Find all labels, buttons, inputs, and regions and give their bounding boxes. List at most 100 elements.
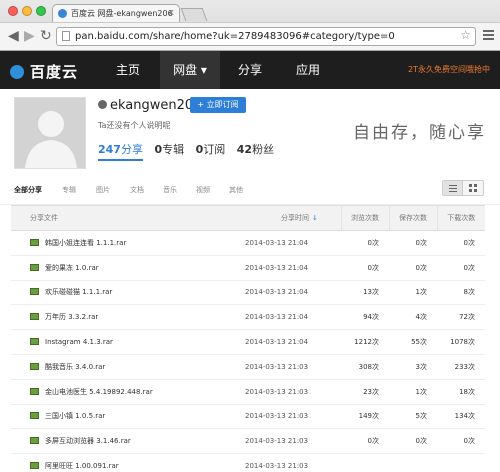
close-window-icon[interactable]: [8, 6, 18, 16]
header-views[interactable]: 浏览次数: [340, 205, 389, 231]
page-icon: [62, 31, 70, 41]
stat-subscriptions[interactable]: 0订阅: [196, 143, 226, 156]
file-name-cell[interactable]: 多屏互动浏览器 3.1.46.rar: [11, 428, 245, 455]
table-row[interactable]: 阿里旺旺 1.00.091.rar 2014-03-13 21:03: [11, 453, 485, 472]
views-cell: 308次: [341, 354, 389, 380]
views-cell: 1212次: [341, 329, 389, 355]
reload-icon[interactable]: ↻: [40, 29, 52, 43]
minimize-window-icon[interactable]: [22, 6, 32, 16]
file-name-cell[interactable]: 金山电池医生 5.4.19892.448.rar: [11, 379, 245, 405]
downloads-cell: 1078次: [437, 329, 485, 355]
file-name-cell[interactable]: 爱的果冻 1.0.rar: [11, 255, 245, 281]
list-view-icon[interactable]: [443, 181, 463, 195]
views-cell: 149次: [341, 404, 389, 430]
share-table: 分享文件 分享时间 ↓ 浏览次数 保存次数 下载次数 韩国小姐连连看 1.1.1.…: [11, 205, 485, 472]
table-row[interactable]: 酷我音乐 3.4.0.rar 2014-03-13 21:03 308次 3次 233次: [11, 354, 485, 380]
file-name-cell[interactable]: 酷我音乐 3.4.0.rar: [11, 354, 245, 380]
nav-home[interactable]: 主页: [100, 51, 156, 89]
downloads-cell: 72次: [437, 304, 485, 331]
nav-netdisk[interactable]: 网盘 ▾: [160, 51, 220, 89]
new-tab-button[interactable]: [180, 8, 208, 21]
user-bio: Ta还没有个人说明呢: [98, 121, 171, 130]
filter-images[interactable]: 图片: [96, 185, 110, 195]
saves-cell: 0次: [389, 255, 437, 281]
saves-cell: 55次: [389, 329, 437, 355]
table-row[interactable]: 万年历 3.3.2.rar 2014-03-13 21:04 94次 4次 72次: [11, 304, 485, 331]
grid-view-icon[interactable]: [463, 181, 483, 195]
profile-header: ekangwen206 + 立即订阅 Ta还没有个人说明呢 247分享 0专辑 …: [0, 89, 500, 173]
browser-chrome: 百度云 网盘-ekangwen206 x ◀ ▶ ↻ pan.baidu.com…: [0, 0, 500, 51]
archive-file-icon: [30, 338, 39, 346]
file-name-cell[interactable]: 三国小镇 1.0.5.rar: [11, 404, 245, 430]
subscribe-button[interactable]: + 立即订阅: [190, 97, 246, 113]
file-name-cell[interactable]: 韩国小姐连连看 1.1.1.rar: [11, 230, 245, 256]
archive-file-icon: [30, 263, 39, 271]
downloads-cell: [437, 453, 485, 472]
avatar: [14, 97, 86, 169]
table-row[interactable]: 金山电池医生 5.4.19892.448.rar 2014-03-13 21:03…: [11, 379, 485, 405]
share-time-cell: 2014-03-13 21:04: [245, 255, 341, 281]
username: ekangwen206: [98, 98, 201, 113]
view-toggle: [442, 180, 484, 196]
share-time-cell: 2014-03-13 21:04: [245, 329, 341, 355]
zoom-window-icon[interactable]: [36, 6, 46, 16]
file-name-cell[interactable]: 欢乐碰碰猫 1.1.1.rar: [11, 280, 245, 306]
table-row[interactable]: 韩国小姐连连看 1.1.1.rar 2014-03-13 21:04 0次 0次 0次: [11, 230, 485, 256]
bookmark-star-icon[interactable]: ☆: [460, 27, 471, 44]
downloads-cell: 0次: [437, 428, 485, 455]
header-time[interactable]: 分享时间 ↓: [245, 205, 341, 231]
table-row[interactable]: 欢乐碰碰猫 1.1.1.rar 2014-03-13 21:04 13次 1次 8次: [11, 280, 485, 306]
header-downloads[interactable]: 下载次数: [436, 205, 485, 231]
filter-other[interactable]: 其他: [229, 185, 243, 195]
tab-strip: 百度云 网盘-ekangwen206 x: [0, 0, 500, 23]
saves-cell: 1次: [389, 379, 437, 405]
filter-docs[interactable]: 文档: [130, 185, 144, 195]
archive-file-icon: [30, 313, 39, 321]
filter-music[interactable]: 音乐: [163, 185, 177, 195]
tab-close-icon[interactable]: x: [169, 5, 174, 22]
downloads-cell: 8次: [437, 280, 485, 306]
table-row[interactable]: 爱的果冻 1.0.rar 2014-03-13 21:04 0次 0次 0次: [11, 255, 485, 281]
sort-desc-icon: ↓: [312, 214, 318, 222]
filter-all[interactable]: 全部分享: [14, 185, 42, 195]
header-saves[interactable]: 保存次数: [388, 205, 437, 231]
category-filters: 全部分享 专辑 图片 文档 音乐 视频 其他: [0, 173, 500, 205]
site-nav: 百度云 主页 网盘 ▾ 分享 应用 2T永久免费空间哦抢中: [0, 51, 500, 89]
filter-video[interactable]: 视频: [196, 185, 210, 195]
back-icon[interactable]: ◀: [8, 29, 19, 43]
saves-cell: 0次: [389, 428, 437, 455]
share-time-cell: 2014-03-13 21:03: [245, 453, 341, 472]
share-time-cell: 2014-03-13 21:03: [245, 354, 341, 380]
stat-albums[interactable]: 0专辑: [154, 143, 184, 156]
user-level-icon: [98, 100, 107, 109]
header-filename: 分享文件: [11, 205, 245, 231]
saves-cell: [389, 453, 437, 472]
file-name-cell[interactable]: 阿里旺旺 1.00.091.rar: [11, 453, 245, 472]
table-row[interactable]: 三国小镇 1.0.5.rar 2014-03-13 21:03 149次 5次 134次: [11, 404, 485, 430]
file-name-cell[interactable]: 万年历 3.3.2.rar: [11, 304, 245, 331]
archive-file-icon: [30, 387, 39, 395]
downloads-cell: 233次: [437, 354, 485, 380]
archive-file-icon: [30, 412, 39, 420]
browser-tab[interactable]: 百度云 网盘-ekangwen206 x: [52, 4, 180, 23]
nav-apps[interactable]: 应用: [280, 51, 336, 89]
filter-albums[interactable]: 专辑: [62, 185, 76, 195]
saves-cell: 0次: [389, 230, 437, 256]
archive-file-icon: [30, 462, 39, 470]
table-row[interactable]: Instagram 4.1.3.rar 2014-03-13 21:04 1212次…: [11, 329, 485, 355]
views-cell: [341, 453, 389, 472]
nav-share[interactable]: 分享: [222, 51, 278, 89]
stat-fans[interactable]: 42粉丝: [237, 143, 274, 156]
share-time-cell: 2014-03-13 21:03: [245, 379, 341, 405]
table-row[interactable]: 多屏互动浏览器 3.1.46.rar 2014-03-13 21:03 0次 0次 0次: [11, 428, 485, 455]
url-text: pan.baidu.com/share/home?uk=2789483096#c…: [75, 31, 395, 42]
forward-icon[interactable]: ▶: [24, 29, 35, 43]
baidu-cloud-logo[interactable]: 百度云: [10, 61, 78, 82]
file-name-cell[interactable]: Instagram 4.1.3.rar: [11, 329, 245, 355]
share-time-cell: 2014-03-13 21:04: [245, 230, 341, 256]
stat-shares[interactable]: 247分享: [98, 143, 143, 161]
promo-link[interactable]: 2T永久免费空间哦抢中: [408, 64, 490, 75]
saves-cell: 4次: [389, 304, 437, 331]
menu-icon[interactable]: [483, 30, 494, 42]
address-bar[interactable]: pan.baidu.com/share/home?uk=2789483096#c…: [56, 27, 476, 46]
